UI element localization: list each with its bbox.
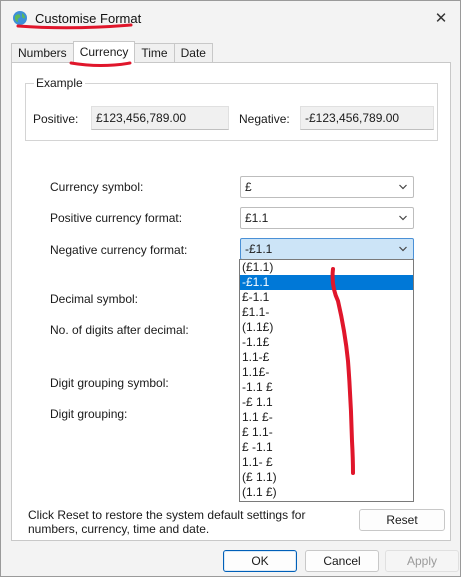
negative-format-dropdown[interactable]: (£1.1) -£1.1 £-1.1 £1.1- (1.1£) -1.1£ 1.… [239, 259, 414, 502]
apply-button[interactable]: Apply [385, 550, 459, 572]
currency-symbol-value: £ [245, 180, 252, 194]
reset-note-line1: Click Reset to restore the system defaul… [28, 508, 306, 522]
dropdown-option[interactable]: £1.1- [240, 305, 413, 320]
negative-format-value: -£1.1 [245, 242, 273, 256]
reset-note: Click Reset to restore the system defaul… [28, 508, 328, 536]
digit-grouping-symbol-label: Digit grouping symbol: [50, 376, 169, 390]
dropdown-option[interactable]: (1.1£) [240, 320, 413, 335]
example-group: Example Positive: £123,456,789.00 Negati… [25, 76, 438, 141]
globe-icon [13, 11, 27, 25]
dropdown-option[interactable]: (1.1 £) [240, 485, 413, 500]
dropdown-option[interactable]: 1.1- £ [240, 455, 413, 470]
tab-currency[interactable]: Currency [72, 41, 136, 63]
reset-button[interactable]: Reset [359, 509, 445, 531]
positive-example-label: Positive: [33, 112, 79, 126]
dropdown-option[interactable]: (£1.1) [240, 260, 413, 275]
positive-format-label: Positive currency format: [50, 211, 183, 225]
dropdown-option[interactable]: 1.1£- [240, 365, 413, 380]
reset-note-line2: numbers, currency, time and date. [28, 522, 210, 536]
window-title: Customise Format [35, 11, 142, 26]
tab-time[interactable]: Time [134, 43, 175, 63]
digits-after-decimal-label: No. of digits after decimal: [50, 323, 189, 337]
title-bar: Customise Format ✕ [1, 1, 460, 35]
decimal-symbol-label: Decimal symbol: [50, 292, 139, 306]
dropdown-option[interactable]: -£ 1.1 [240, 395, 413, 410]
dropdown-option[interactable]: 1.1-£ [240, 350, 413, 365]
tab-numbers[interactable]: Numbers [11, 43, 74, 63]
chevron-down-icon [399, 246, 407, 252]
ok-button[interactable]: OK [223, 550, 297, 572]
dropdown-option[interactable]: -1.1£ [240, 335, 413, 350]
dropdown-option[interactable]: 1.1 £- [240, 410, 413, 425]
chevron-down-icon [399, 184, 407, 190]
dropdown-option[interactable]: £ 1.1- [240, 425, 413, 440]
positive-format-value: £1.1 [245, 211, 269, 225]
positive-example-value: £123,456,789.00 [91, 106, 229, 130]
digit-grouping-label: Digit grouping: [50, 407, 128, 421]
negative-example-label: Negative: [239, 112, 290, 126]
positive-format-combo[interactable]: £1.1 [240, 207, 414, 229]
tab-strip: Numbers Currency Time Date [11, 41, 213, 63]
customise-format-dialog: Customise Format ✕ Numbers Currency Time… [0, 0, 461, 577]
currency-symbol-combo[interactable]: £ [240, 176, 414, 198]
currency-symbol-label: Currency symbol: [50, 180, 144, 194]
cancel-button[interactable]: Cancel [305, 550, 379, 572]
negative-format-combo[interactable]: -£1.1 [240, 238, 414, 260]
tab-date[interactable]: Date [173, 43, 213, 63]
dropdown-option[interactable]: £-1.1 [240, 290, 413, 305]
example-legend: Example [34, 76, 85, 90]
dropdown-option[interactable]: £ -1.1 [240, 440, 413, 455]
negative-example-value: -£123,456,789.00 [300, 106, 434, 130]
chevron-down-icon [399, 215, 407, 221]
dropdown-option[interactable]: -1.1 £ [240, 380, 413, 395]
close-icon[interactable]: ✕ [430, 7, 452, 29]
dropdown-option-selected[interactable]: -£1.1 [240, 275, 413, 290]
negative-format-label: Negative currency format: [50, 243, 188, 257]
dropdown-option[interactable]: (£ 1.1) [240, 470, 413, 485]
